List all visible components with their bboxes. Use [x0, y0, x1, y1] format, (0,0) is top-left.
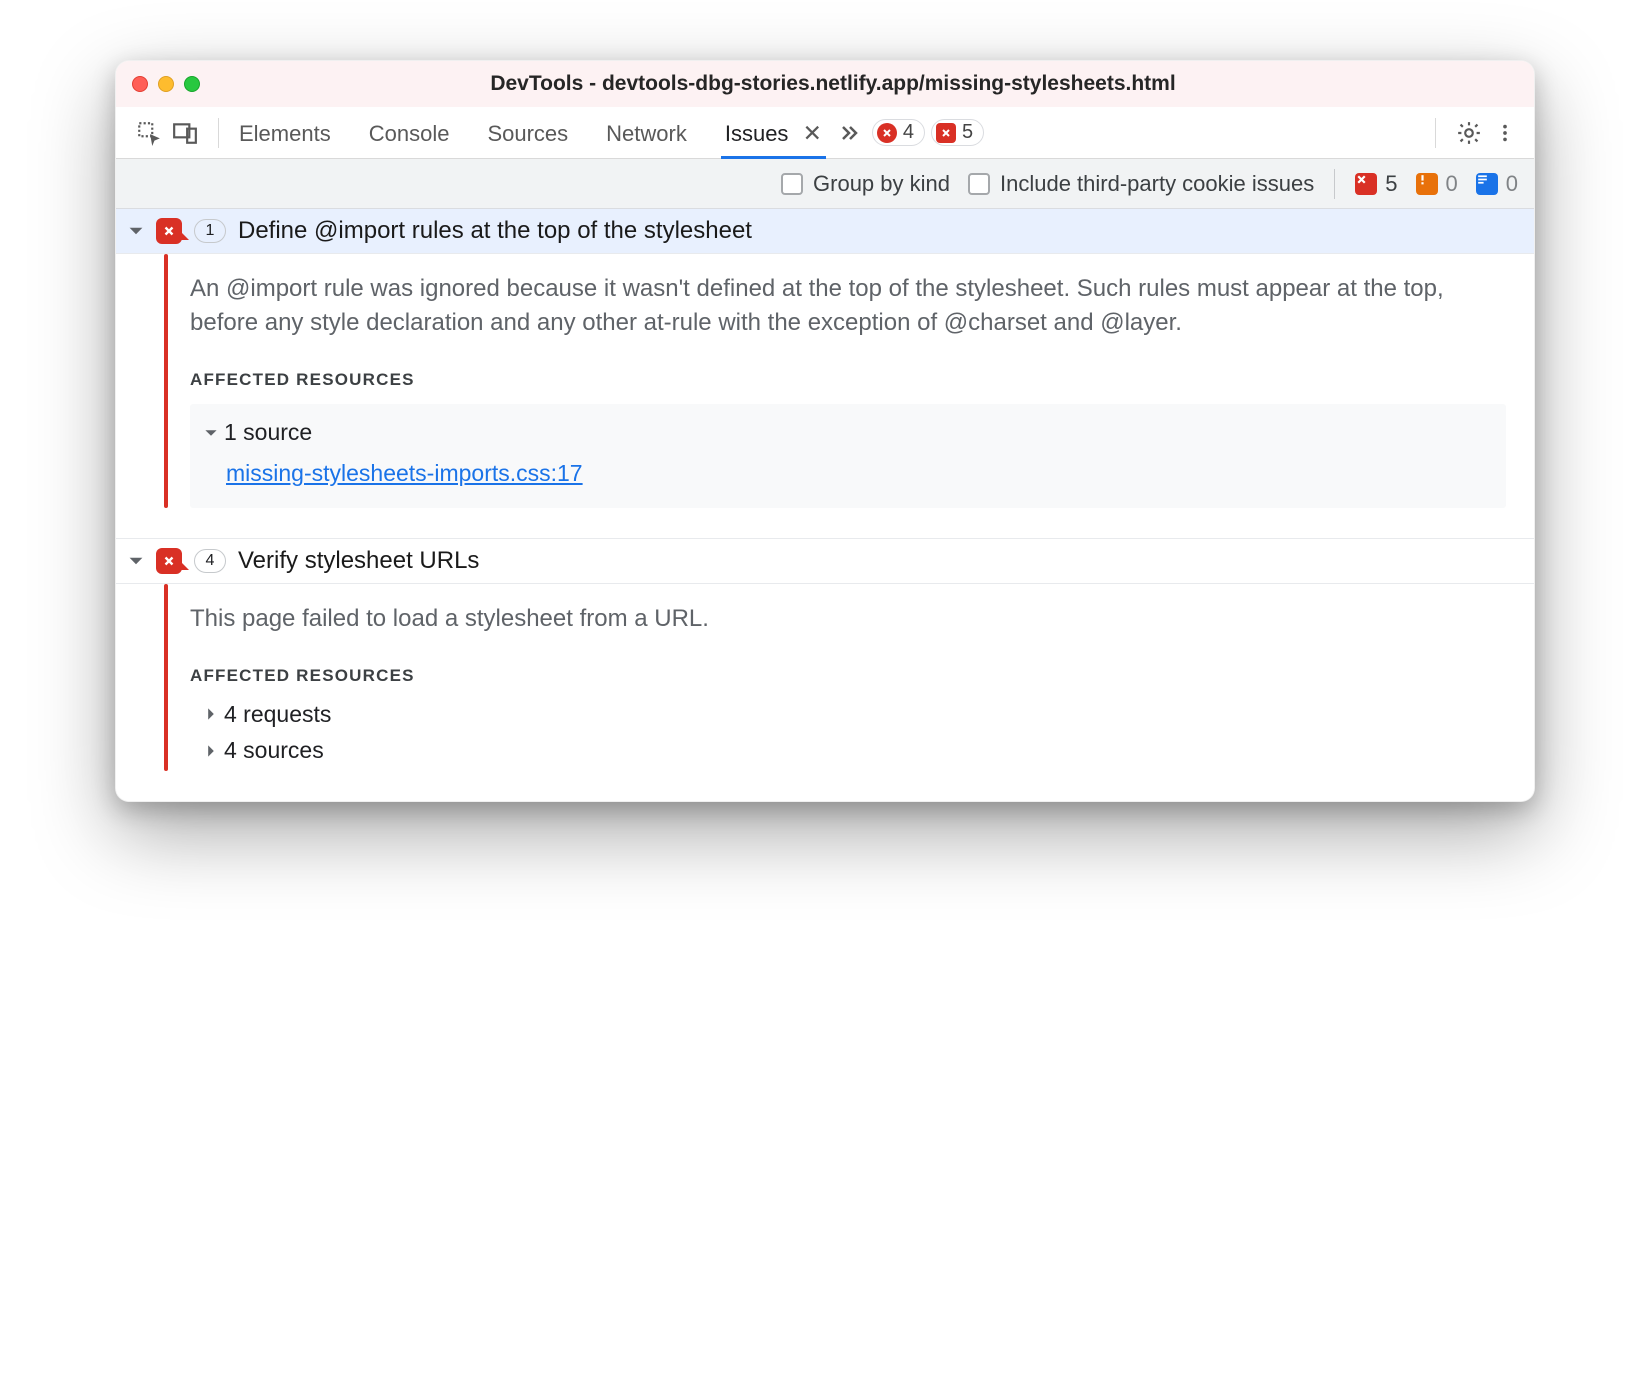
- chevron-down-icon: [128, 223, 144, 239]
- issue-count: 1: [194, 219, 226, 243]
- sources-disclosure[interactable]: 1 source: [204, 416, 1488, 449]
- error-badge-icon: [156, 218, 182, 244]
- kebab-menu-icon[interactable]: [1490, 118, 1520, 148]
- toolbar-separator: [1435, 118, 1436, 148]
- checkbox-icon: [968, 173, 990, 195]
- issues-filterbar: Group by kind Include third-party cookie…: [116, 159, 1534, 209]
- requests-disclosure[interactable]: 4 requests: [190, 698, 1506, 731]
- error-badge-icon: [156, 548, 182, 574]
- issue-description: This page failed to load a stylesheet fr…: [190, 602, 1506, 636]
- affected-resources-label: AFFECTED RESOURCES: [190, 368, 1506, 392]
- devtools-window: DevTools - devtools-dbg-stories.netlify.…: [115, 60, 1535, 802]
- group-by-kind-label: Group by kind: [813, 171, 950, 197]
- warning-square-icon: [1416, 173, 1438, 195]
- more-tabs-icon[interactable]: [836, 121, 860, 145]
- window-titlebar: DevTools - devtools-dbg-stories.netlify.…: [116, 61, 1534, 107]
- affected-resources-box: 1 source missing-stylesheets-imports.css…: [190, 404, 1506, 507]
- sources-disclosure[interactable]: 4 sources: [190, 734, 1506, 767]
- console-errors-count: 4: [903, 121, 914, 144]
- severity-bar: [164, 254, 168, 508]
- issues-errors-pill[interactable]: 5: [931, 119, 984, 146]
- issue-body: An @import rule was ignored because it w…: [116, 254, 1534, 539]
- console-errors-pill[interactable]: 4: [872, 119, 925, 146]
- chevron-down-icon: [204, 426, 218, 440]
- close-tab-icon[interactable]: ✕: [803, 120, 822, 146]
- sources-row-label: 4 sources: [224, 734, 324, 767]
- panel-tabs: Elements Console Sources Network Issues …: [237, 110, 824, 155]
- issue-description: An @import rule was ignored because it w…: [190, 272, 1506, 340]
- toolbar-separator: [218, 118, 219, 148]
- issue-title: Define @import rules at the top of the s…: [238, 217, 752, 245]
- severity-bar: [164, 584, 168, 772]
- chevron-right-icon: [204, 744, 218, 758]
- settings-icon[interactable]: [1454, 118, 1484, 148]
- issue-count: 4: [194, 549, 226, 573]
- inspect-element-icon[interactable]: [134, 118, 164, 148]
- issue-body: This page failed to load a stylesheet fr…: [116, 584, 1534, 802]
- tab-console[interactable]: Console: [367, 111, 452, 155]
- issue-row[interactable]: 4 Verify stylesheet URLs: [116, 539, 1534, 584]
- error-icon: [877, 123, 897, 143]
- filter-separator: [1334, 169, 1335, 199]
- devtools-toolbar: Elements Console Sources Network Issues …: [116, 107, 1534, 159]
- chevron-right-icon: [204, 707, 218, 721]
- issue-title: Verify stylesheet URLs: [238, 547, 479, 575]
- error-square-icon: [1355, 173, 1377, 195]
- include-thirdparty-label: Include third-party cookie issues: [1000, 171, 1314, 197]
- issues-list: 1 Define @import rules at the top of the…: [116, 209, 1534, 801]
- close-window-button[interactable]: [132, 76, 148, 92]
- issues-errors-count: 5: [962, 121, 973, 144]
- checkbox-icon: [781, 173, 803, 195]
- group-by-kind-checkbox[interactable]: Group by kind: [781, 171, 950, 197]
- info-square-icon: [1476, 173, 1498, 195]
- tab-sources[interactable]: Sources: [485, 111, 570, 155]
- filter-warning-count[interactable]: 0: [1416, 171, 1458, 197]
- tab-issues[interactable]: Issues ✕: [723, 110, 824, 155]
- issue-row[interactable]: 1 Define @import rules at the top of the…: [116, 209, 1534, 254]
- error-square-icon: [936, 123, 956, 143]
- affected-resources-rows: 4 requests 4 sources: [190, 698, 1506, 767]
- device-toolbar-icon[interactable]: [170, 118, 200, 148]
- filter-info-count[interactable]: 0: [1476, 171, 1518, 197]
- filter-error-count[interactable]: 5: [1355, 171, 1397, 197]
- tab-network[interactable]: Network: [604, 111, 689, 155]
- window-title: DevTools - devtools-dbg-stories.netlify.…: [148, 72, 1518, 96]
- requests-row-label: 4 requests: [224, 698, 331, 731]
- tab-issues-label: Issues: [725, 121, 789, 146]
- source-link[interactable]: missing-stylesheets-imports.css:17: [226, 457, 583, 490]
- include-thirdparty-checkbox[interactable]: Include third-party cookie issues: [968, 171, 1314, 197]
- sources-header: 1 source: [224, 416, 312, 449]
- chevron-down-icon: [128, 553, 144, 569]
- affected-resources-label: AFFECTED RESOURCES: [190, 664, 1506, 688]
- tab-elements[interactable]: Elements: [237, 111, 333, 155]
